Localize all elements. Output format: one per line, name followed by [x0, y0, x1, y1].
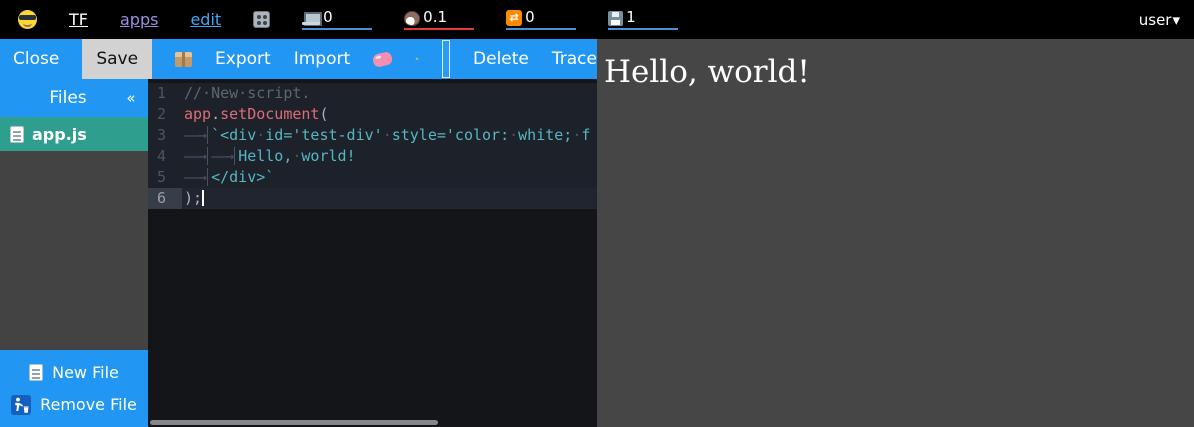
code-editor[interactable]: 1//·New·script.2app.setDocument(3——→`<di…	[148, 79, 597, 427]
code-token: );	[184, 189, 202, 207]
code-line[interactable]: 4——→——→Hello,·world!	[148, 146, 597, 167]
code-token: setDocument	[220, 105, 319, 123]
saves-counter-field[interactable]: 1	[608, 9, 678, 30]
top-menu-bar: TF apps edit 0 0.1 ⇄ 0 1 user ▾	[0, 0, 1194, 39]
control-knobs-icon[interactable]	[253, 11, 270, 28]
code-line[interactable]: 6);	[148, 188, 597, 209]
code-line[interactable]: 2app.setDocument(	[148, 104, 597, 125]
edit-link[interactable]: edit	[190, 10, 221, 29]
code-token: ·	[256, 126, 265, 144]
code-token: ·	[383, 126, 392, 144]
file-name: app.js	[32, 125, 87, 144]
editor-toolbar: Close Save Export Import Delete Trace	[0, 39, 597, 79]
line-content: );	[182, 188, 597, 209]
save-button[interactable]: Save	[82, 39, 152, 79]
new-file-label: New File	[52, 363, 119, 382]
laptop-icon	[302, 12, 320, 26]
hamster-counter-field[interactable]: 0.1	[404, 9, 474, 30]
new-file-icon	[29, 364, 43, 381]
brand-link[interactable]: TF	[69, 10, 88, 29]
floppy-disk-icon	[608, 11, 623, 26]
text-cursor	[202, 190, 204, 206]
user-menu-label: user	[1139, 11, 1172, 29]
remove-file-button[interactable]: Remove File	[0, 395, 148, 415]
repeat-icon: ⇄	[506, 10, 522, 26]
sidebar-empty-area	[0, 151, 148, 350]
litter-bin-icon	[11, 395, 31, 415]
package-icon-button[interactable]	[175, 52, 192, 67]
user-menu[interactable]: user ▾	[1139, 11, 1180, 29]
files-header: Files «	[0, 79, 148, 117]
line-number: 5	[148, 167, 182, 188]
line-content: ——→——→Hello,·world!	[182, 146, 597, 167]
code-token: //·New·script.	[184, 84, 310, 102]
line-number: 6	[148, 188, 182, 209]
remove-file-label: Remove File	[40, 395, 137, 414]
collapse-sidebar-button[interactable]: «	[114, 89, 148, 107]
code-line[interactable]: 1//·New·script.	[148, 83, 597, 104]
app-window: TF apps edit 0 0.1 ⇄ 0 1 user ▾ Close Sa…	[0, 0, 1194, 427]
tab-marker: ——→	[184, 147, 208, 165]
soap-icon-button[interactable]	[372, 50, 394, 67]
files-sidebar: Files « app.js New File Remove	[0, 79, 148, 427]
code-token: world!	[301, 147, 355, 165]
code-line[interactable]: 3——→`<div·id='test-div'·style='color:·wh…	[148, 125, 597, 146]
code-token: </div>`	[211, 168, 274, 186]
hamster-icon	[404, 11, 420, 26]
sparkles-icon-button[interactable]	[415, 49, 419, 69]
line-number: 3	[148, 125, 182, 146]
counter-value: 0	[525, 9, 535, 26]
tab-marker: ——→	[184, 126, 208, 144]
code-token: (	[319, 105, 328, 123]
sidebar-actions: New File Remove File	[0, 350, 148, 427]
code-token: Hello,	[238, 147, 292, 165]
code-token: ·	[509, 126, 518, 144]
apps-link[interactable]: apps	[120, 10, 158, 29]
counter-value: 0	[323, 9, 333, 26]
code-line[interactable]: 5——→</div>`	[148, 167, 597, 188]
repeat-counter-field[interactable]: ⇄ 0	[506, 9, 576, 30]
code-token: app	[184, 105, 211, 123]
code-token: style='color:	[392, 126, 509, 144]
code-token: f	[581, 126, 590, 144]
code-token: id='test-div'	[265, 126, 382, 144]
new-file-button[interactable]: New File	[0, 363, 148, 382]
export-button[interactable]: Export	[215, 39, 271, 79]
code-token: .	[211, 105, 220, 123]
smiley-sunglasses-icon[interactable]	[18, 10, 37, 29]
line-number: 1	[148, 83, 182, 104]
counter-value: 1	[626, 9, 636, 26]
files-title: Files	[0, 88, 114, 108]
blank-toolbar-button[interactable]	[442, 40, 450, 78]
output-heading: Hello, world!	[604, 54, 1194, 90]
line-content: //·New·script.	[182, 83, 597, 104]
code-area: 1//·New·script.2app.setDocument(3——→`<di…	[148, 79, 597, 209]
trace-button[interactable]: Trace	[552, 39, 597, 79]
line-content: ——→</div>`	[182, 167, 597, 188]
code-token: white;	[518, 126, 572, 144]
counter-value: 0.1	[423, 9, 447, 26]
import-button[interactable]: Import	[294, 39, 350, 79]
delete-button[interactable]: Delete	[473, 39, 529, 79]
cpu-counter-field[interactable]: 0	[302, 9, 372, 30]
tab-marker: ——→	[211, 147, 235, 165]
code-token: `<div	[211, 126, 256, 144]
line-content: app.setDocument(	[182, 104, 597, 125]
tab-marker: ——→	[184, 168, 208, 186]
chevron-down-icon: ▾	[1172, 11, 1180, 29]
close-button[interactable]: Close	[13, 39, 59, 79]
line-number: 4	[148, 146, 182, 167]
document-icon	[10, 126, 24, 143]
line-content: ——→`<div·id='test-div'·style='color:·whi…	[182, 125, 597, 146]
line-number: 2	[148, 104, 182, 125]
file-item-appjs[interactable]: app.js	[0, 117, 148, 151]
output-pane: Hello, world!	[597, 39, 1194, 427]
horizontal-scrollbar[interactable]	[150, 420, 438, 425]
